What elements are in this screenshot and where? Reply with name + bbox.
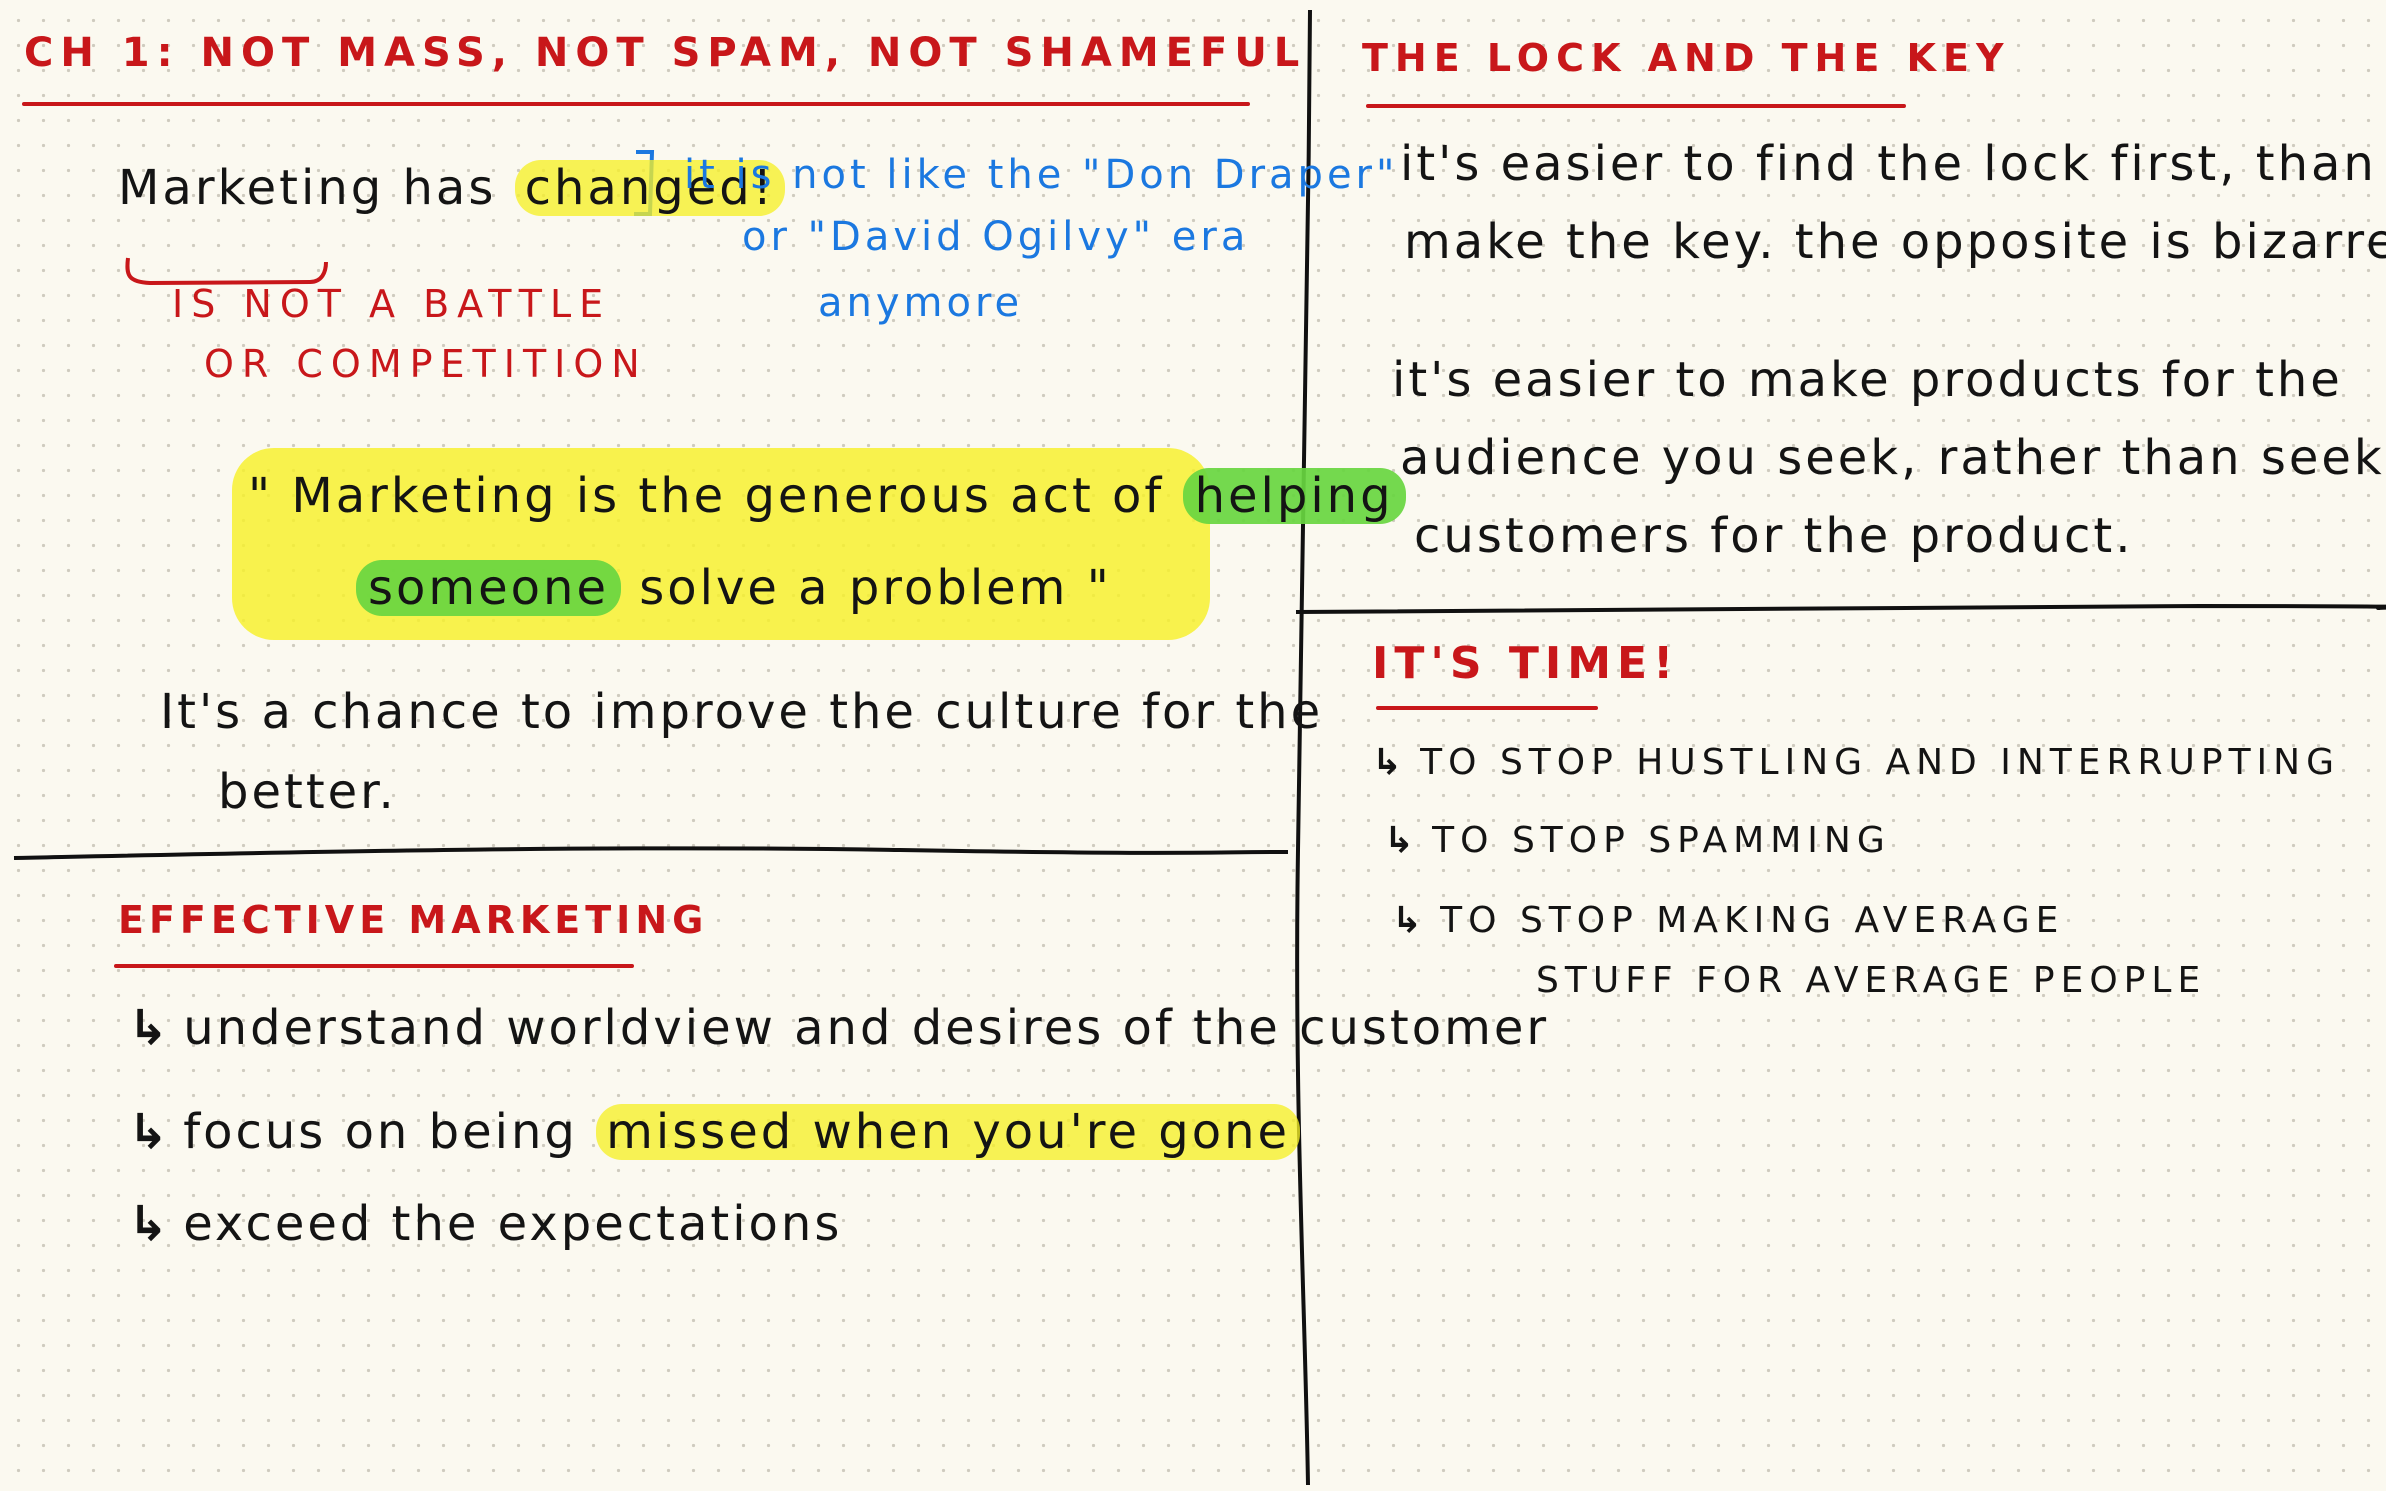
era-note-line1: it is not like the "Don Draper" xyxy=(684,152,1399,198)
its-time-title-underline xyxy=(1376,706,1598,710)
notes-page: { "q1": { "title": "CH 1: NOT MASS, NOT … xyxy=(0,0,2386,1491)
effective-marketing-title-underline xyxy=(114,964,634,968)
lock-key-line5: customers for the product. xyxy=(1414,508,2134,564)
helping-highlight: helping xyxy=(1182,468,1406,524)
quote-line1: " Marketing is the generous act of helpi… xyxy=(248,468,1406,524)
battle-note-line2: OR COMPETITION xyxy=(204,342,648,386)
vertical-divider xyxy=(1295,9,1312,1486)
quote-close-mark: " xyxy=(1086,560,1112,616)
its-time-item-hustling-text: TO STOP HUSTLING AND INTERRUPTING xyxy=(1420,742,2340,783)
lock-key-line1: it's easier to find the lock first, than xyxy=(1400,136,2377,192)
quote-line2: someone solve a problem " xyxy=(356,560,1112,616)
arrow-icon: ↳ xyxy=(128,1000,172,1056)
marketing-changed-text: Marketing has xyxy=(118,160,497,216)
quote-open-mark: " xyxy=(248,468,274,524)
its-time-item-spamming-text: TO STOP SPAMMING xyxy=(1432,820,1891,861)
its-time-item-spamming: ↳ TO STOP SPAMMING xyxy=(1384,820,1891,861)
marketing-bracket xyxy=(125,257,328,286)
left-horizontal-divider xyxy=(13,846,1289,860)
someone-highlight: someone xyxy=(356,560,621,616)
quote-text-part1: Marketing is the generous act of xyxy=(291,468,1165,524)
its-time-item-average-text: TO STOP MAKING AVERAGE xyxy=(1440,900,2065,941)
effective-item-missed-text: focus on being xyxy=(183,1104,578,1160)
lock-key-line4: audience you seek, rather than seeking xyxy=(1400,430,2386,486)
arrow-icon: ↳ xyxy=(1372,742,1409,783)
battle-note-line1: IS NOT A BATTLE xyxy=(172,282,612,326)
its-time-item-hustling: ↳ TO STOP HUSTLING AND INTERRUPTING xyxy=(1372,742,2340,783)
effective-item-understand-text: understand worldview and desires of the … xyxy=(183,1000,1550,1056)
culture-line1: It's a chance to improve the culture for… xyxy=(160,684,1324,740)
effective-item-exceed-text: exceed the expectations xyxy=(183,1196,843,1252)
quote-text-part2: solve a problem xyxy=(639,560,1069,616)
arrow-icon: ↳ xyxy=(1384,820,1421,861)
effective-item-exceed: ↳ exceed the expectations xyxy=(128,1196,842,1252)
era-note-line2: or "David Ogilvy" era xyxy=(742,214,1250,260)
effective-item-understand: ↳ understand worldview and desires of the… xyxy=(128,1000,1549,1056)
lock-key-line2: make the key. the opposite is bizarre. xyxy=(1404,214,2386,270)
its-time-title: IT'S TIME! xyxy=(1372,638,1680,689)
lock-key-title-underline xyxy=(1366,104,1906,108)
effective-item-missed: ↳ focus on being missed when you're gone xyxy=(128,1104,1301,1160)
era-note-line3: anymore xyxy=(818,280,1024,326)
lock-key-line3: it's easier to make products for the xyxy=(1392,352,2343,408)
chapter-title: CH 1: NOT MASS, NOT SPAM, NOT SHAMEFUL xyxy=(24,30,1307,76)
culture-line2: better. xyxy=(218,764,397,820)
its-time-item-average: ↳ TO STOP MAKING AVERAGE xyxy=(1392,900,2064,941)
effective-marketing-title: EFFECTIVE MARKETING xyxy=(118,898,709,942)
right-horizontal-divider xyxy=(1295,603,2386,614)
arrow-icon: ↳ xyxy=(128,1196,172,1252)
lock-key-title: THE LOCK AND THE KEY xyxy=(1362,36,2011,80)
missed-highlight: missed when you're gone xyxy=(596,1104,1301,1160)
arrow-icon: ↳ xyxy=(128,1104,172,1160)
chapter-title-underline xyxy=(22,102,1250,106)
arrow-icon: ↳ xyxy=(1392,900,1429,941)
its-time-item-average-continued: STUFF FOR AVERAGE PEOPLE xyxy=(1536,960,2207,1001)
